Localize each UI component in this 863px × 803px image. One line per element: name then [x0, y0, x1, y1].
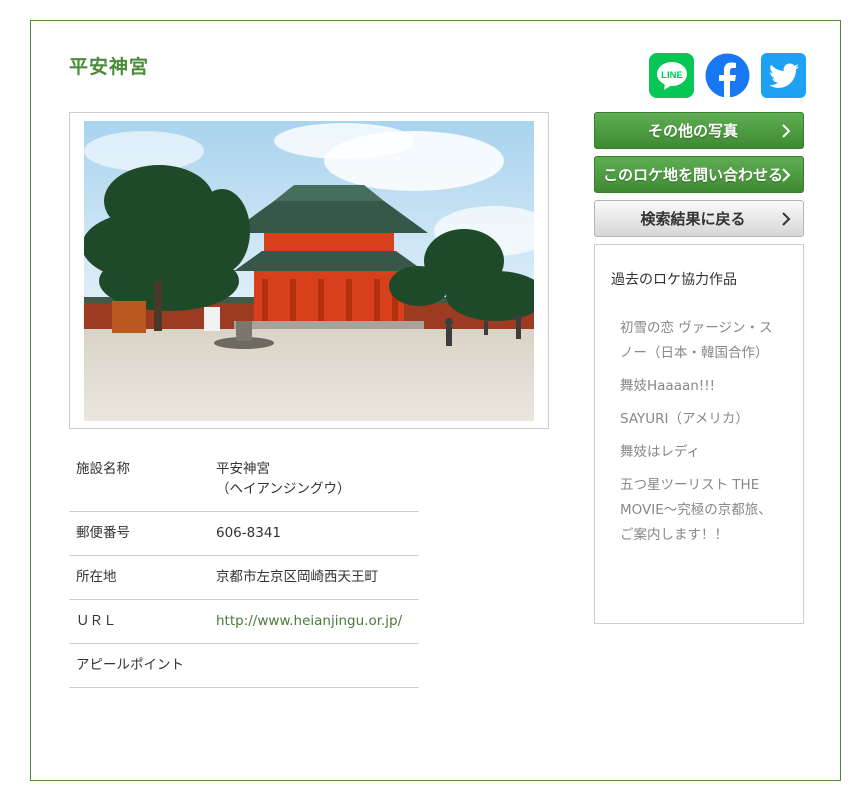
- chevron-right-icon: [782, 124, 791, 138]
- other-photos-button[interactable]: その他の写真: [594, 112, 804, 149]
- other-photos-button-label: その他の写真: [647, 122, 738, 140]
- inquire-location-button-label: このロケ地を問い合わせる: [602, 166, 783, 184]
- twitter-share-button[interactable]: [761, 53, 806, 98]
- facility-name-value: 平安神宮 （ヘイアンジングウ）: [209, 448, 419, 512]
- postal-code-label: 郵便番号: [69, 511, 209, 556]
- chevron-right-icon: [782, 168, 791, 182]
- heian-shrine-gate-image: [84, 121, 534, 421]
- facebook-icon: [705, 53, 750, 98]
- table-row: 施設名称 平安神宮 （ヘイアンジングウ）: [69, 448, 419, 512]
- appeal-point-label: アピールポイント: [69, 643, 209, 688]
- list-item: 五つ星ツーリスト THE MOVIE～究極の京都旅、ご案内します！！: [620, 477, 772, 543]
- past-works-list: 初雪の恋 ヴァージン・スノー（日本・韓国合作） 舞妓Haaaan!!! SAYU…: [620, 316, 785, 556]
- shrine-photo[interactable]: [84, 121, 534, 421]
- list-item: 初雪の恋 ヴァージン・スノー（日本・韓国合作）: [620, 320, 773, 361]
- back-to-results-button-label: 検索結果に戻る: [640, 210, 746, 228]
- facility-name: 平安神宮: [216, 461, 270, 477]
- back-to-results-button[interactable]: 検索結果に戻る: [594, 200, 804, 237]
- url-value: http://www.heianjingu.or.jp/: [209, 599, 419, 644]
- address-value: 京都市左京区岡崎西天王町: [209, 555, 419, 600]
- url-label: ＵＲＬ: [69, 599, 209, 644]
- postal-code-value: 606-8341: [209, 511, 419, 556]
- line-icon: LINE: [656, 61, 687, 90]
- inquire-location-button[interactable]: このロケ地を問い合わせる: [594, 156, 804, 193]
- past-works-panel: 過去のロケ協力作品 初雪の恋 ヴァージン・スノー（日本・韓国合作） 舞妓Haaa…: [594, 244, 804, 624]
- facility-name-label: 施設名称: [69, 448, 209, 512]
- chevron-right-icon: [782, 212, 791, 226]
- website-link[interactable]: http://www.heianjingu.or.jp/: [216, 613, 402, 629]
- list-item: 舞妓はレディ: [620, 444, 701, 460]
- page-title: 平安神宮: [69, 56, 150, 78]
- facebook-share-button[interactable]: [705, 53, 750, 98]
- list-item: 舞妓Haaaan!!!: [620, 378, 716, 394]
- past-works-heading: 過去のロケ協力作品: [611, 272, 737, 288]
- table-row: アピールポイント: [69, 643, 419, 688]
- facility-info-table: 施設名称 平安神宮 （ヘイアンジングウ） 郵便番号 606-8341 所在地 京…: [69, 448, 419, 688]
- facility-name-kana: （ヘイアンジングウ）: [216, 481, 351, 497]
- list-item: SAYURI（アメリカ）: [620, 411, 749, 427]
- table-row: 所在地 京都市左京区岡崎西天王町: [69, 555, 419, 600]
- photo-frame: [69, 112, 549, 429]
- line-share-button[interactable]: LINE: [649, 53, 694, 98]
- twitter-bird-icon: [768, 63, 799, 88]
- address-label: 所在地: [69, 555, 209, 600]
- table-row: ＵＲＬ http://www.heianjingu.or.jp/: [69, 599, 419, 644]
- table-row: 郵便番号 606-8341: [69, 511, 419, 556]
- social-share-bar: LINE: [649, 53, 806, 98]
- appeal-point-value: [209, 643, 419, 688]
- line-icon-label: LINE: [661, 70, 683, 81]
